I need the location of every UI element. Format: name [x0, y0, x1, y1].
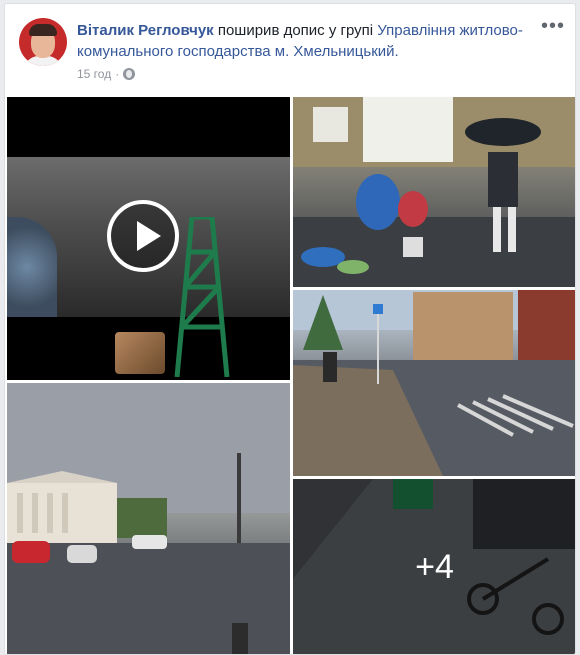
- photo-tile-more[interactable]: +4: [293, 479, 575, 654]
- video-tile[interactable]: [7, 97, 290, 380]
- photo-tile-plaza[interactable]: [7, 383, 290, 654]
- play-icon[interactable]: [107, 200, 179, 272]
- more-options-button[interactable]: •••: [541, 16, 565, 36]
- globe-icon[interactable]: [123, 68, 136, 80]
- avatar-hair: [29, 24, 57, 36]
- more-photos-overlay[interactable]: +4: [293, 479, 575, 654]
- author-link[interactable]: Віталик Регловчук: [77, 22, 214, 39]
- post-meta: 15 год ·: [77, 67, 136, 81]
- author-avatar[interactable]: [19, 18, 67, 66]
- post-time[interactable]: 15 год: [77, 67, 111, 81]
- post-card: Віталик Регловчук поширив допис у групі …: [4, 3, 576, 655]
- plaza-scene: [7, 383, 290, 654]
- photo-tile-crosswalk[interactable]: [293, 290, 575, 476]
- meta-separator: ·: [115, 67, 120, 81]
- video-arm-shape: [7, 217, 57, 317]
- video-basket-shape: [115, 332, 165, 374]
- post-header: Віталик Регловчук поширив допис у групі …: [77, 20, 527, 62]
- crosswalk-scene: [293, 290, 575, 476]
- photo-tile-vendors[interactable]: [293, 97, 575, 287]
- vendors-scene: [293, 97, 575, 287]
- share-action-text: поширив допис у групі: [213, 22, 378, 39]
